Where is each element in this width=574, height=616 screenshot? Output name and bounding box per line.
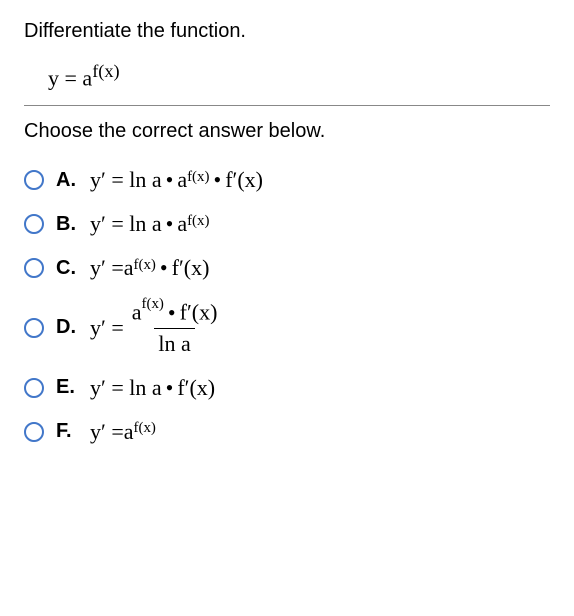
denominator: ln a <box>154 328 194 357</box>
option-formula: y′ = af(x) <box>90 419 156 445</box>
given-exp: f(x) <box>92 61 119 81</box>
option-letter: A. <box>56 169 78 192</box>
option-letter: F. <box>56 420 78 443</box>
radio-b[interactable] <box>24 214 44 234</box>
radio-e[interactable] <box>24 378 44 398</box>
radio-a[interactable] <box>24 170 44 190</box>
fraction: af(x)•f′(x) ln a <box>128 299 222 356</box>
option-c[interactable]: C. y′ = af(x)•f′(x) <box>24 255 550 281</box>
radio-d[interactable] <box>24 318 44 338</box>
option-e[interactable]: E. y′ = ln a•f′(x) <box>24 375 550 401</box>
option-formula: y′ = ln a•f′(x) <box>90 375 215 401</box>
given-lhs: y = <box>48 65 77 90</box>
option-b[interactable]: B. y′ = ln a•af(x) <box>24 211 550 237</box>
given-expression: y = af(x) <box>48 61 550 91</box>
option-formula: y′ = ln a•af(x) <box>90 211 210 237</box>
option-f[interactable]: F. y′ = af(x) <box>24 419 550 445</box>
option-letter: B. <box>56 213 78 236</box>
options-list: A. y′ = ln a•af(x)•f′(x) B. y′ = ln a•af… <box>24 167 550 444</box>
radio-f[interactable] <box>24 422 44 442</box>
option-letter: E. <box>56 376 78 399</box>
option-formula: y′ = ln a•af(x)•f′(x) <box>90 167 263 193</box>
numerator: af(x)•f′(x) <box>128 299 222 327</box>
instruction: Choose the correct answer below. <box>24 120 550 143</box>
option-d[interactable]: D. y′ = af(x)•f′(x) ln a <box>24 299 550 356</box>
given-base: a <box>82 65 92 90</box>
option-formula: y′ = af(x)•f′(x) <box>90 255 209 281</box>
question-prompt: Differentiate the function. <box>24 20 550 43</box>
option-letter: C. <box>56 257 78 280</box>
radio-c[interactable] <box>24 258 44 278</box>
divider <box>24 105 550 106</box>
option-letter: D. <box>56 316 78 339</box>
option-formula: y′ = af(x)•f′(x) ln a <box>90 299 221 356</box>
option-a[interactable]: A. y′ = ln a•af(x)•f′(x) <box>24 167 550 193</box>
